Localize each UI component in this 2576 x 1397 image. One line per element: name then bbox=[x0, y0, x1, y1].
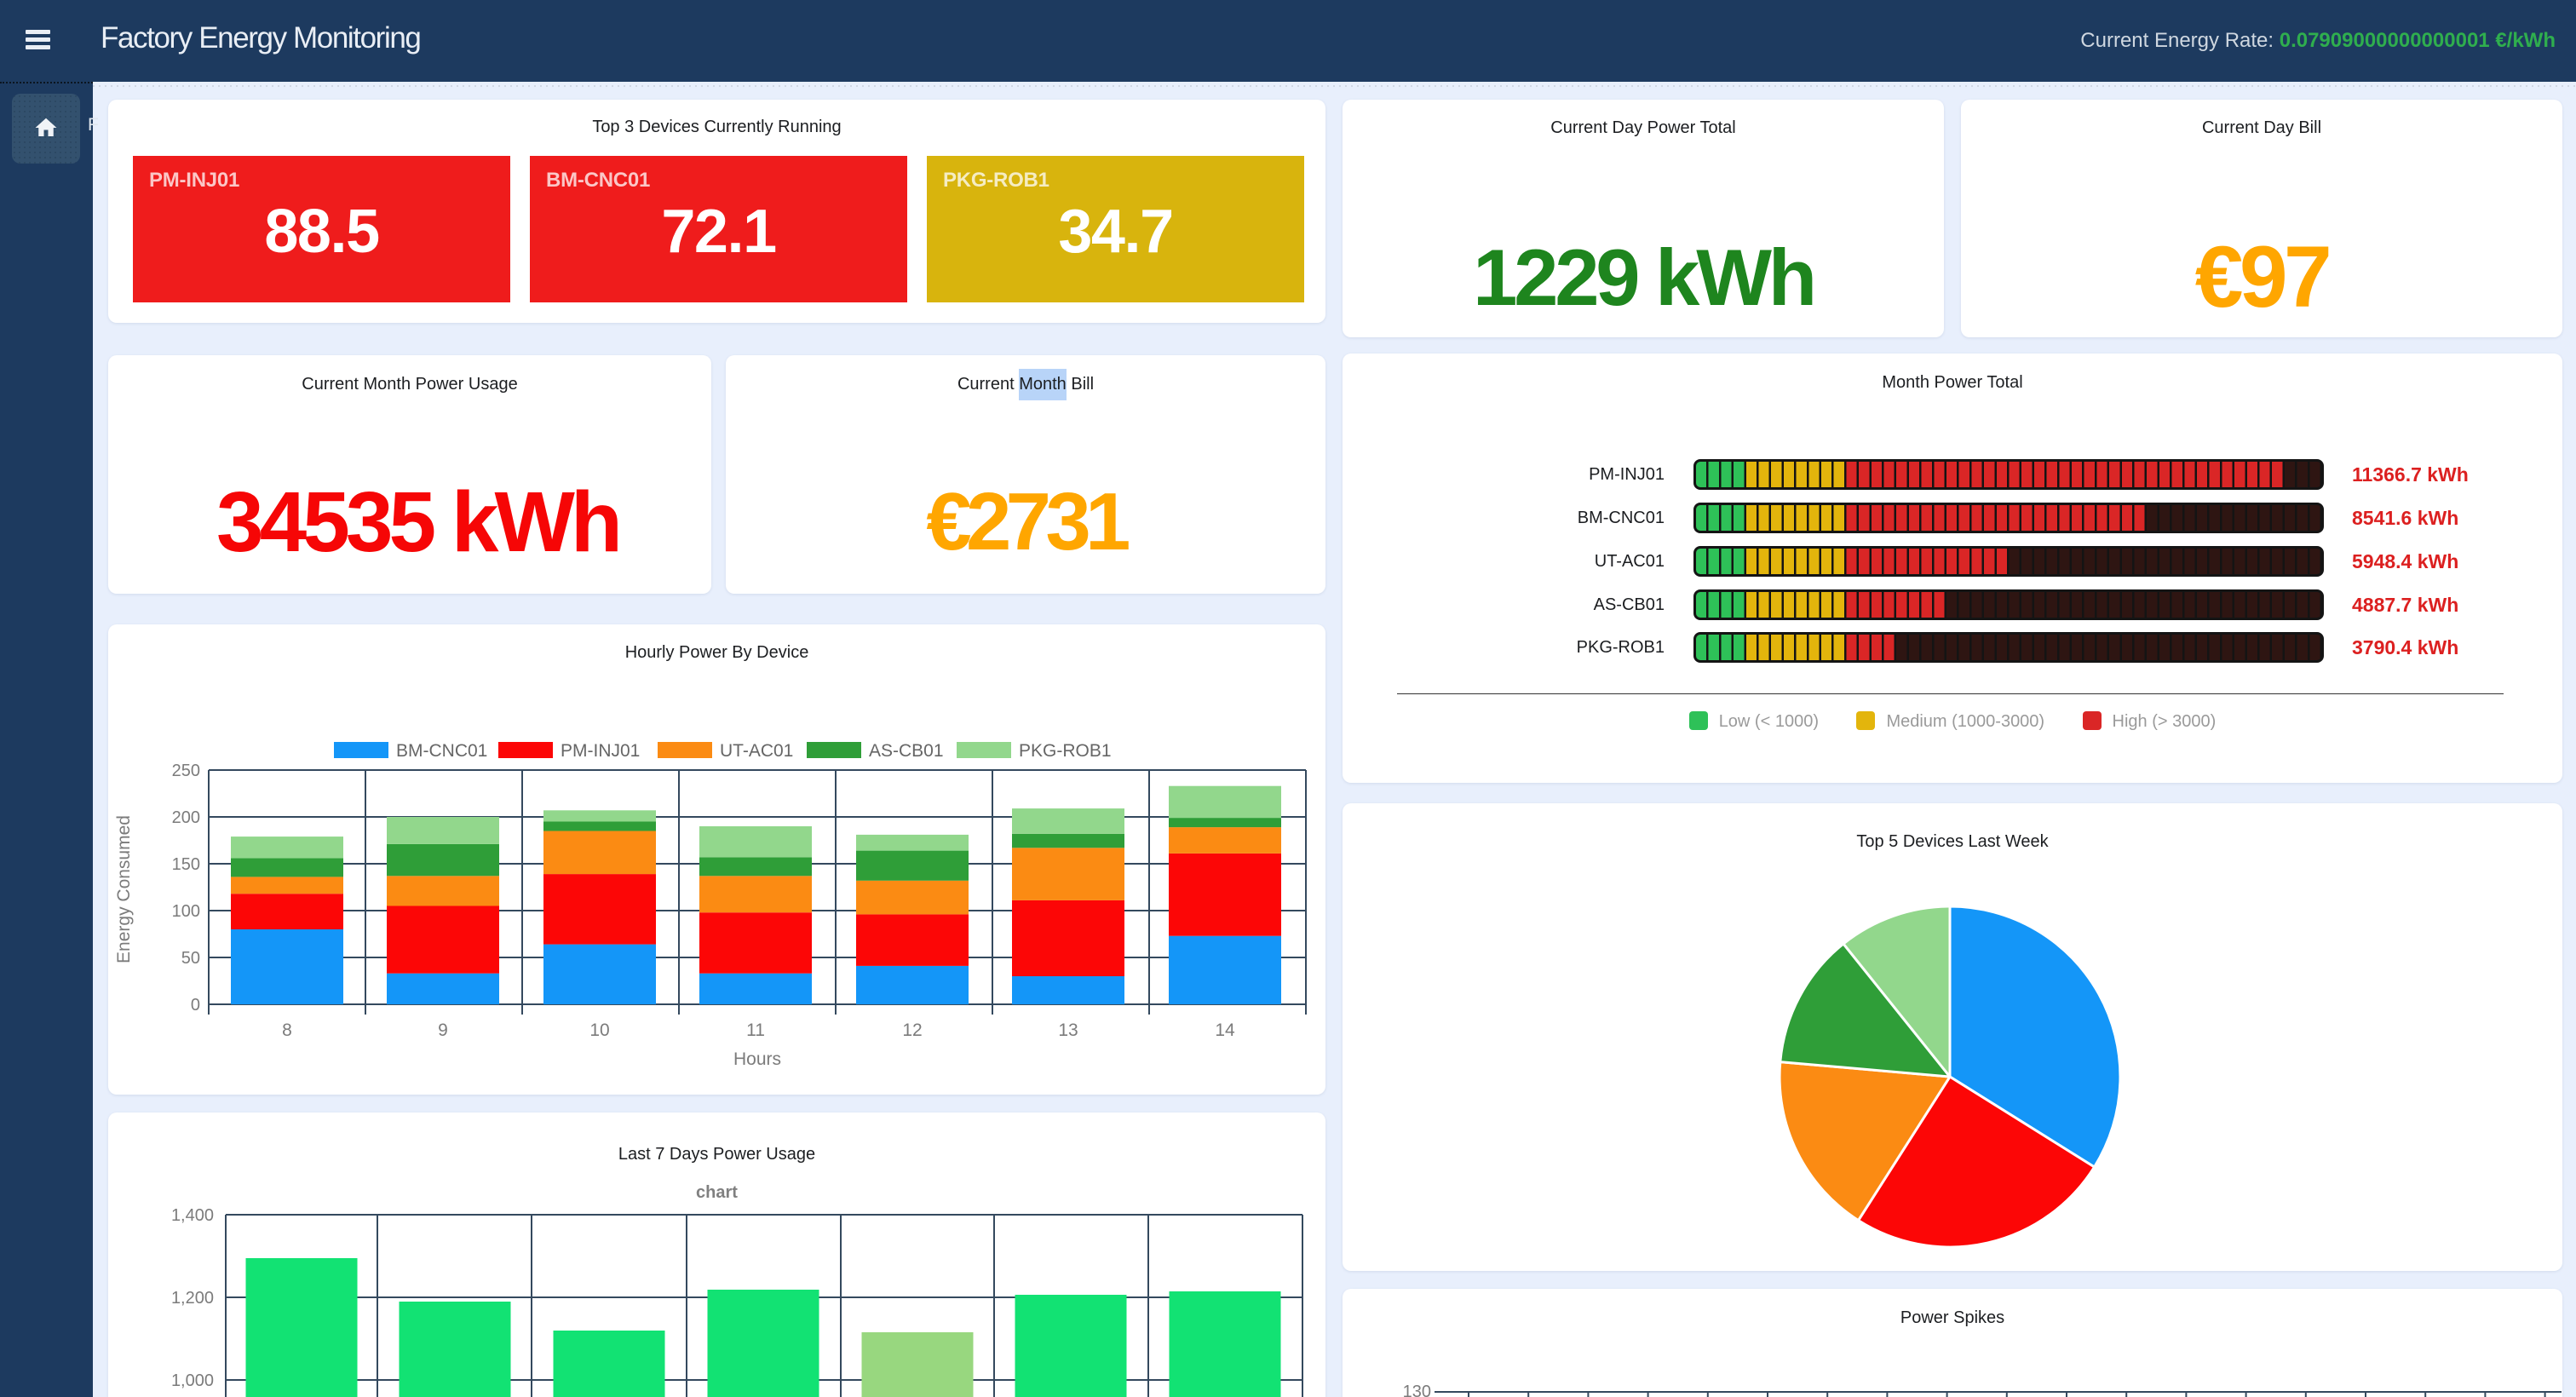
svg-text:1,000: 1,000 bbox=[171, 1371, 214, 1390]
svg-text:14: 14 bbox=[1215, 1020, 1235, 1040]
svg-text:AS-CB01: AS-CB01 bbox=[869, 741, 944, 761]
svg-text:150: 150 bbox=[172, 855, 200, 874]
svg-text:Hours: Hours bbox=[733, 1049, 781, 1069]
svg-text:9: 9 bbox=[438, 1020, 448, 1040]
svg-text:12: 12 bbox=[902, 1020, 922, 1040]
svg-text:PM-INJ01: PM-INJ01 bbox=[561, 741, 640, 761]
svg-text:0: 0 bbox=[191, 996, 200, 1015]
svg-text:8: 8 bbox=[282, 1020, 292, 1040]
svg-text:PKG-ROB1: PKG-ROB1 bbox=[1019, 741, 1112, 761]
svg-text:200: 200 bbox=[172, 808, 200, 827]
svg-text:UT-AC01: UT-AC01 bbox=[720, 741, 793, 761]
svg-text:11: 11 bbox=[746, 1020, 765, 1040]
svg-text:130: 130 bbox=[1403, 1383, 1431, 1397]
svg-text:50: 50 bbox=[181, 949, 200, 968]
svg-text:13: 13 bbox=[1058, 1020, 1078, 1040]
svg-text:Energy Consumed: Energy Consumed bbox=[114, 815, 134, 963]
svg-text:BM-CNC01: BM-CNC01 bbox=[396, 741, 487, 761]
svg-text:100: 100 bbox=[172, 902, 200, 921]
svg-text:250: 250 bbox=[172, 762, 200, 780]
svg-text:1,400: 1,400 bbox=[171, 1206, 214, 1225]
svg-text:10: 10 bbox=[589, 1020, 609, 1040]
svg-text:1,200: 1,200 bbox=[171, 1289, 214, 1308]
